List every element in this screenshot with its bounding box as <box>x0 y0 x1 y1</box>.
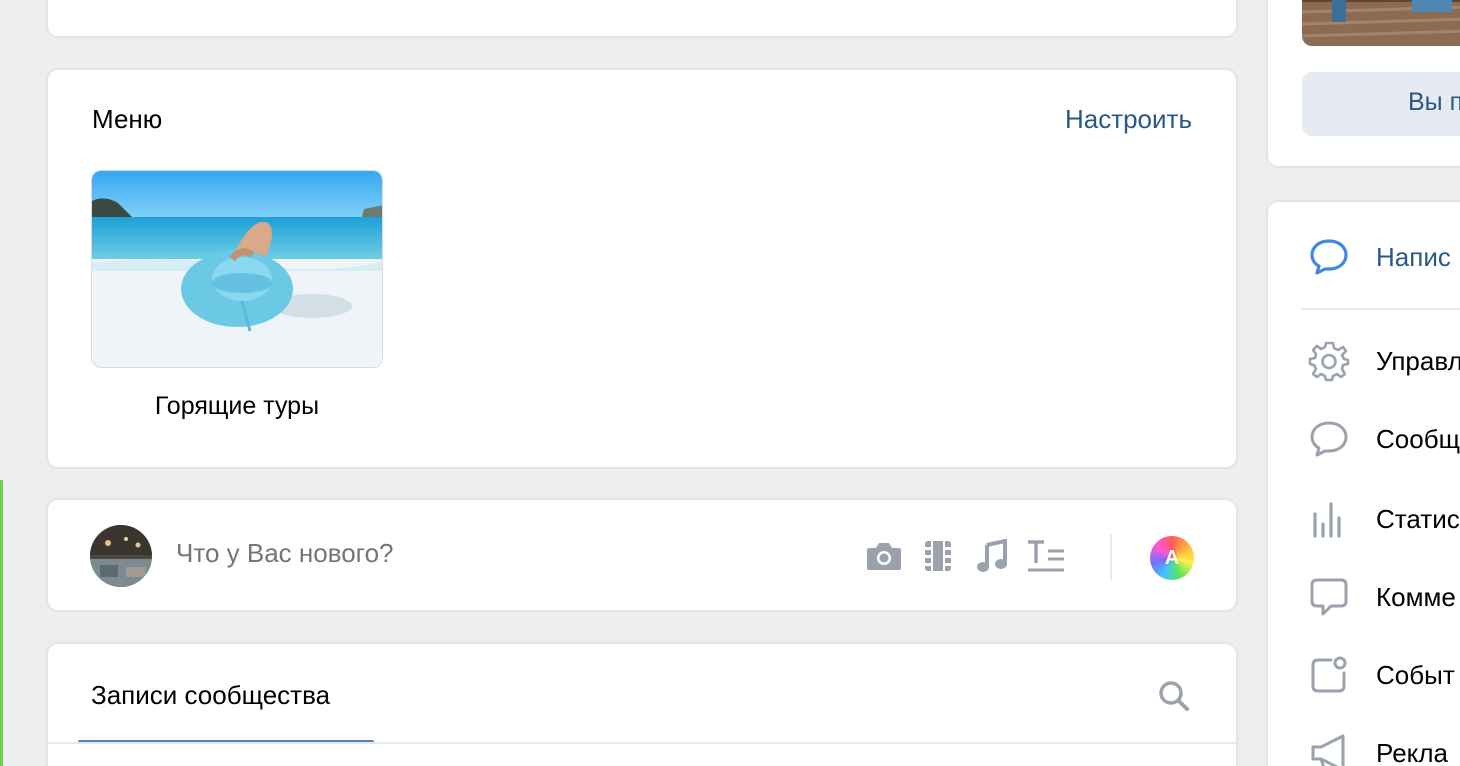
menu-item-thumbnail <box>91 170 383 368</box>
video-icon[interactable] <box>918 536 958 576</box>
composer-divider <box>1110 534 1112 580</box>
rm-label-ads: Рекла <box>1376 737 1448 766</box>
comment-icon <box>1306 574 1352 620</box>
menu-title: Меню <box>92 104 163 134</box>
community-cover-card: Вы п <box>1266 0 1460 168</box>
rm-label-events: Событ <box>1376 659 1455 690</box>
menu-item-label: Горящие туры <box>154 392 320 420</box>
tab-label: Записи сообщества <box>91 680 331 710</box>
chat-icon <box>1306 416 1352 462</box>
search-icon[interactable] <box>1156 678 1192 714</box>
manage-item[interactable]: Управл <box>1306 336 1460 386</box>
camera-icon[interactable] <box>864 536 904 576</box>
rm-label-comments: Комме <box>1376 581 1456 612</box>
menu-card: Меню Настроить Горящие туры <box>46 68 1238 469</box>
statistics-icon <box>1306 496 1352 542</box>
rm-label-manage: Управл <box>1376 345 1460 376</box>
page: Меню Настроить Горящие туры Что у Вас но… <box>0 0 1460 766</box>
left-accent-bar <box>0 480 3 766</box>
community-actions-card: Напис Управл Сообщ Статис Комме Событ Ре… <box>1266 200 1460 766</box>
tab-community-posts[interactable]: Записи сообщества <box>78 678 374 744</box>
gear-icon <box>1306 338 1352 384</box>
top-card <box>46 0 1238 38</box>
rm-label-messages: Сообщ <box>1376 423 1460 454</box>
ai-assistant-button[interactable]: A <box>1150 536 1194 580</box>
configure-link[interactable]: Настроить <box>1065 104 1192 135</box>
tabs-divider <box>48 742 1236 744</box>
megaphone-icon <box>1306 730 1352 766</box>
message-bubble-icon <box>1306 234 1352 280</box>
text-icon[interactable] <box>1026 536 1066 576</box>
rm-label-write: Напис <box>1376 241 1451 272</box>
cover-photo <box>1302 0 1460 46</box>
comments-item[interactable]: Комме <box>1306 572 1460 622</box>
write-message-item[interactable]: Напис <box>1306 232 1460 282</box>
event-icon <box>1306 652 1352 698</box>
posts-card: Записи сообщества <box>46 642 1238 766</box>
statistics-item[interactable]: Статис <box>1306 494 1460 544</box>
right-menu-divider <box>1302 308 1460 310</box>
menu-item-hot-tours[interactable]: Горящие туры <box>91 170 383 421</box>
ads-item[interactable]: Рекла <box>1306 728 1460 766</box>
subscribed-button[interactable]: Вы п <box>1302 72 1460 136</box>
post-input[interactable] <box>176 538 596 569</box>
composer-tools <box>864 536 1080 576</box>
ai-badge-letter: A <box>1164 546 1180 569</box>
music-icon[interactable] <box>972 536 1012 576</box>
rm-label-statistics: Статис <box>1376 503 1460 534</box>
events-item[interactable]: Событ <box>1306 650 1460 700</box>
messages-item[interactable]: Сообщ <box>1306 414 1460 464</box>
avatar[interactable] <box>90 525 152 587</box>
post-composer: A <box>46 498 1238 612</box>
